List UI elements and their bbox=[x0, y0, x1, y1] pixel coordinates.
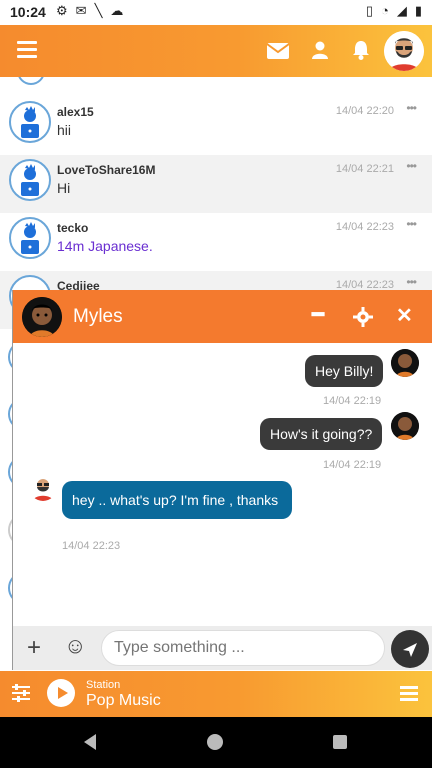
equalizer-icon[interactable] bbox=[12, 683, 30, 703]
chat-username[interactable]: LoveToShare16M bbox=[57, 163, 155, 177]
outgoing-message: How's it going?? bbox=[260, 418, 383, 450]
minimize-icon[interactable]: ━ bbox=[312, 302, 324, 327]
chat-time: 14/04 22:20 bbox=[335, 105, 394, 117]
outgoing-message: Hey Billy! bbox=[305, 355, 384, 387]
user-avatar[interactable] bbox=[9, 159, 51, 201]
mail-icon[interactable] bbox=[266, 42, 290, 60]
plus-icon[interactable]: + bbox=[27, 634, 41, 662]
chat-username[interactable]: alex15 bbox=[57, 105, 94, 119]
signal-off-icon: ╲ bbox=[94, 3, 103, 18]
private-chat-header: Myles ━ ✕ bbox=[13, 290, 432, 343]
message-compose-bar: + ☺ bbox=[13, 626, 432, 670]
message-time: 14/04 22:23 bbox=[62, 540, 121, 552]
send-icon bbox=[403, 643, 417, 657]
gear-icon[interactable] bbox=[353, 307, 373, 327]
private-chat-window: Myles ━ ✕ Hey Billy! 14/04 22:19 How's i… bbox=[12, 290, 432, 670]
sender-avatar bbox=[391, 349, 419, 377]
message-time: 14/04 22:19 bbox=[323, 395, 382, 407]
user-avatar[interactable] bbox=[9, 217, 51, 259]
more-options-icon[interactable]: ••• bbox=[406, 101, 417, 115]
chat-message: Hi bbox=[57, 180, 71, 196]
contact-name: Myles bbox=[73, 306, 123, 327]
more-options-icon[interactable]: ••• bbox=[406, 217, 417, 231]
recents-icon[interactable] bbox=[333, 735, 347, 749]
status-time: 10:24 bbox=[10, 4, 46, 20]
chat-row-partial bbox=[0, 77, 432, 97]
station-label: Station bbox=[86, 679, 121, 691]
message-input[interactable] bbox=[101, 630, 385, 666]
wifi-icon: ◔ bbox=[380, 3, 389, 18]
cell-signal-icon: ◢ bbox=[396, 3, 407, 18]
more-options-icon[interactable]: ••• bbox=[406, 275, 417, 289]
app-bar bbox=[0, 25, 432, 77]
chat-row[interactable]: alex15 hii 14/04 22:20 ••• bbox=[0, 97, 432, 155]
cloud-icon: ☁ bbox=[110, 3, 124, 18]
vibrate-icon: ▯ bbox=[365, 3, 373, 18]
chat-row[interactable]: tecko 14m Japanese. 14/04 22:23 ••• bbox=[0, 213, 432, 271]
more-options-icon[interactable]: ••• bbox=[406, 159, 417, 173]
contact-avatar[interactable] bbox=[22, 297, 62, 337]
chat-username[interactable]: tecko bbox=[57, 221, 88, 235]
chat-row[interactable]: LoveToShare16M Hi 14/04 22:21 ••• bbox=[0, 155, 432, 213]
chat-time: 14/04 22:23 bbox=[335, 221, 394, 233]
gmail-icon: ✉ bbox=[75, 3, 87, 18]
status-bar: 10:24 ⚙ ✉ ╲ ☁ ▯ ◔ ◢ ▮ bbox=[0, 0, 432, 25]
receiver-avatar bbox=[29, 473, 57, 501]
play-button[interactable] bbox=[47, 679, 75, 707]
incoming-message: hey .. what's up? I'm fine , thanks bbox=[62, 481, 292, 519]
user-avatar[interactable] bbox=[9, 101, 51, 143]
close-icon[interactable]: ✕ bbox=[396, 303, 413, 328]
player-menu-button[interactable] bbox=[400, 686, 418, 704]
system-nav-bar bbox=[0, 717, 432, 768]
chat-message: 14m Japanese. bbox=[57, 238, 153, 254]
user-icon[interactable] bbox=[312, 41, 328, 59]
private-chat-messages: Hey Billy! 14/04 22:19 How's it going?? … bbox=[13, 343, 432, 626]
my-avatar[interactable] bbox=[384, 31, 424, 71]
sender-avatar bbox=[391, 412, 419, 440]
chat-time: 14/04 22:21 bbox=[335, 163, 394, 175]
radio-player-bar: Station Pop Music bbox=[0, 671, 432, 717]
back-icon[interactable] bbox=[84, 734, 96, 750]
message-time: 14/04 22:19 bbox=[323, 459, 382, 471]
menu-button[interactable] bbox=[17, 41, 37, 58]
emoji-icon[interactable]: ☺ bbox=[64, 633, 86, 659]
settings-icon: ⚙ bbox=[56, 3, 68, 18]
station-name: Pop Music bbox=[86, 692, 161, 709]
bell-icon[interactable] bbox=[352, 40, 370, 60]
home-icon[interactable] bbox=[207, 734, 223, 750]
send-button[interactable] bbox=[391, 630, 429, 668]
chat-message: hii bbox=[57, 122, 72, 138]
battery-icon: ▮ bbox=[414, 3, 422, 18]
